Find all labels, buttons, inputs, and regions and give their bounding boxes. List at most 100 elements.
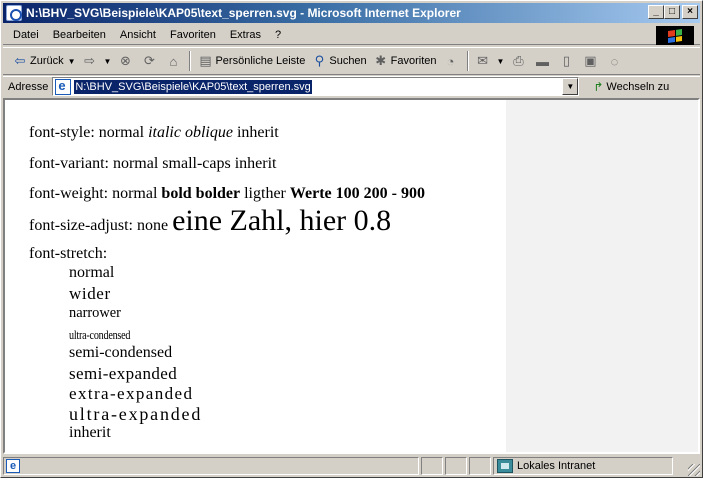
personal-bar-label: Persönliche Leiste: [215, 55, 306, 67]
stretch-narrower: narrower: [69, 304, 123, 322]
forward-arrow-icon: ⇨: [84, 53, 95, 68]
standard-toolbar: ⇦ Zurück ▼ ⇨ ▼ ⊗ ⟳ ⌂ ▤ Persönliche Leist…: [3, 47, 700, 75]
history-button[interactable]: ◔: [440, 50, 464, 72]
personal-bar-icon: ▤: [199, 53, 212, 68]
menu-help[interactable]: ?: [268, 26, 288, 44]
windows-logo-icon: [656, 26, 694, 45]
title-bar[interactable]: N:\BHV_SVG\Beispiele\KAP05\text_sperren.…: [3, 3, 700, 23]
favorites-button[interactable]: ✱ Favoriten: [370, 50, 440, 72]
font-size-adjust-big: eine Zahl, hier 0.8: [172, 204, 392, 237]
edit-icon: ▬: [535, 53, 549, 69]
stretch-ultra-expanded: ultra-expanded: [69, 404, 203, 424]
search-label: Suchen: [329, 55, 367, 67]
refresh-button[interactable]: ⟳: [138, 50, 162, 72]
search-icon: ⚲: [314, 53, 325, 68]
stretch-ultra-condensed-text: ultra-condensed: [69, 327, 131, 342]
search-button[interactable]: ⚲ Suchen: [308, 50, 369, 72]
stop-button[interactable]: ⊗: [114, 50, 138, 72]
intranet-zone-icon: [497, 459, 513, 473]
svg-canvas: font-style: normal italic oblique inheri…: [5, 100, 506, 452]
toolbar-separator: [189, 51, 192, 71]
font-weight-middle: ligther: [240, 185, 290, 202]
close-button[interactable]: ×: [682, 5, 698, 19]
mail-dropdown-icon[interactable]: ▼: [497, 57, 505, 66]
personal-bar-button[interactable]: ▤ Persönliche Leiste: [194, 50, 308, 72]
research-button[interactable]: ▣: [579, 50, 603, 72]
menu-tools[interactable]: Extras: [223, 26, 268, 44]
back-dropdown-icon[interactable]: ▼: [68, 57, 76, 66]
messenger-icon: ◌: [610, 53, 619, 69]
status-panel: [469, 457, 491, 475]
font-weight-prefix: font-weight: normal: [29, 185, 162, 202]
go-arrow-icon: ↱: [593, 79, 604, 94]
back-arrow-icon: ⇦: [14, 53, 26, 68]
favorites-label: Favoriten: [390, 55, 437, 67]
status-panel: [445, 457, 467, 475]
mail-button[interactable]: ✉ ▼: [472, 50, 508, 72]
window-controls: _ □ ×: [648, 5, 698, 19]
status-panel: [421, 457, 443, 475]
page-content: font-style: normal italic oblique inheri…: [3, 98, 700, 454]
stretch-wider: wider: [69, 284, 111, 303]
print-button[interactable]: ⎙: [507, 50, 531, 72]
stretch-narrower-text: narrower: [69, 305, 121, 321]
go-label: Wechseln zu: [606, 80, 670, 93]
status-bar: e Lokales Intranet: [3, 456, 700, 476]
page-status-icon: e: [6, 459, 20, 473]
go-button[interactable]: ↱ Wechseln zu: [593, 80, 669, 94]
window-title: N:\BHV_SVG\Beispiele\KAP05\text_sperren.…: [26, 6, 461, 20]
favorites-icon: ✱: [375, 53, 387, 68]
refresh-icon: ⟳: [144, 53, 155, 68]
menu-bar: Datei Bearbeiten Ansicht Favoriten Extra…: [3, 25, 700, 45]
internet-explorer-icon: [6, 5, 22, 21]
forward-dropdown-icon[interactable]: ▼: [104, 57, 112, 66]
address-dropdown-icon[interactable]: ▼: [562, 78, 579, 95]
back-button-label: Zurück: [30, 55, 64, 67]
menu-file[interactable]: Datei: [3, 26, 46, 44]
font-style-suffix: inherit: [232, 124, 279, 141]
mail-icon: ✉: [477, 53, 488, 68]
font-size-adjust-prefix: font-size-adjust: none: [29, 217, 173, 234]
font-style-line: font-style: normal italic oblique inheri…: [29, 124, 279, 142]
address-label: Adresse: [8, 80, 49, 93]
history-icon: ◔: [446, 53, 455, 69]
menu-edit[interactable]: Bearbeiten: [46, 26, 113, 44]
font-weight-values: Werte 100 200 - 900: [289, 185, 425, 202]
resize-grip[interactable]: [688, 464, 700, 476]
stretch-ultra-condensed: ultra-condensed: [69, 326, 148, 344]
font-variant-line: font-variant: normal small-caps inherit: [29, 155, 277, 172]
address-value[interactable]: N:\BHV_SVG\Beispiele\KAP05\text_sperren.…: [74, 79, 312, 94]
research-icon: ▣: [584, 53, 597, 68]
menu-view[interactable]: Ansicht: [113, 26, 163, 44]
address-input[interactable]: N:\BHV_SVG\Beispiele\KAP05\text_sperren.…: [52, 77, 580, 96]
font-size-adjust-line: font-size-adjust: none eine Zahl, hier 0…: [29, 204, 391, 238]
page-icon: [55, 78, 72, 95]
stop-icon: ⊗: [120, 53, 131, 68]
discuss-button[interactable]: ▯: [555, 50, 579, 72]
browser-window: N:\BHV_SVG\Beispiele\KAP05\text_sperren.…: [0, 0, 703, 478]
stretch-semi-expanded: semi-expanded: [69, 364, 178, 383]
stretch-normal: normal: [69, 264, 115, 281]
back-button[interactable]: ⇦ Zurück ▼: [9, 50, 79, 72]
status-main-panel: e: [3, 457, 419, 475]
edit-button[interactable]: ▬: [531, 50, 555, 72]
empty-page-area: [506, 100, 698, 452]
minimize-button[interactable]: _: [648, 5, 664, 19]
home-button[interactable]: ⌂: [162, 50, 186, 72]
messenger-button[interactable]: ◌: [603, 50, 627, 72]
toolbar-separator: [466, 51, 469, 71]
font-style-oblique: oblique: [184, 124, 233, 141]
font-stretch-label: font-stretch:: [29, 245, 108, 262]
stretch-extra-expanded: extra-expanded: [69, 384, 194, 403]
discuss-icon: ▯: [562, 53, 571, 68]
forward-button[interactable]: ⇨ ▼: [79, 50, 115, 72]
security-zone: Lokales Intranet: [493, 457, 673, 475]
security-zone-label: Lokales Intranet: [517, 460, 596, 472]
stretch-semi-condensed: semi-condensed: [69, 344, 173, 361]
font-weight-bold: bold bolder: [161, 185, 241, 202]
menu-favorites[interactable]: Favoriten: [163, 26, 223, 44]
font-style-italic: italic: [148, 124, 181, 141]
maximize-button[interactable]: □: [664, 5, 680, 19]
address-bar: Adresse N:\BHV_SVG\Beispiele\KAP05\text_…: [3, 76, 700, 96]
print-icon: ⎙: [513, 53, 524, 68]
